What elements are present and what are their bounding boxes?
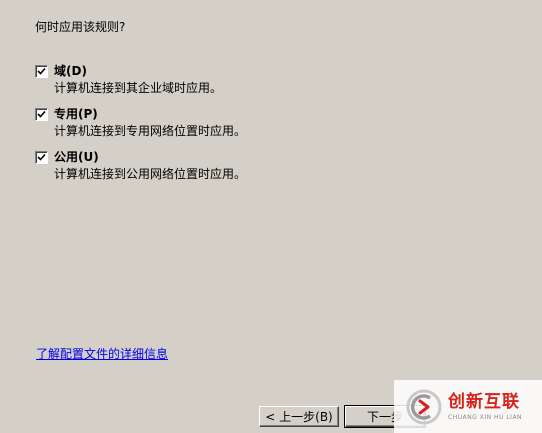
option-public-row: 公用(U) bbox=[35, 149, 495, 165]
chuangxin-logo-icon bbox=[406, 389, 442, 424]
watermark-title: 创新互联 bbox=[448, 391, 520, 412]
option-private-description: 计算机连接到专用网络位置时应用。 bbox=[54, 124, 247, 138]
option-public-label[interactable]: 公用(U) bbox=[54, 149, 99, 165]
option-private-label[interactable]: 专用(P) bbox=[54, 106, 98, 122]
option-private: 专用(P) 计算机连接到专用网络位置时应用。 bbox=[35, 106, 495, 139]
question-heading: 何时应用该规则? bbox=[35, 20, 126, 34]
profile-details-link[interactable]: 了解配置文件的详细信息 bbox=[36, 346, 168, 362]
back-button[interactable]: < 上一步(B) bbox=[259, 406, 339, 427]
checkmark-icon bbox=[37, 67, 46, 75]
checkmark-icon bbox=[37, 110, 46, 118]
watermark: 创新互联 CHUANG XIN HU LIAN bbox=[394, 380, 542, 433]
checkmark-icon bbox=[37, 153, 46, 161]
watermark-subtitle: CHUANG XIN HU LIAN bbox=[448, 413, 523, 421]
checkbox-public[interactable] bbox=[35, 150, 48, 164]
option-domain: 域(D) 计算机连接到其企业域时应用。 bbox=[35, 63, 495, 96]
option-domain-row: 域(D) bbox=[35, 63, 495, 79]
option-public-description: 计算机连接到公用网络位置时应用。 bbox=[54, 167, 247, 181]
checkbox-domain[interactable] bbox=[35, 64, 48, 78]
option-domain-description: 计算机连接到其企业域时应用。 bbox=[54, 81, 223, 95]
watermark-text: 创新互联 CHUANG XIN HU LIAN bbox=[448, 392, 522, 422]
option-public: 公用(U) 计算机连接到公用网络位置时应用。 bbox=[35, 149, 495, 182]
checkbox-private[interactable] bbox=[35, 107, 48, 121]
rule-profile-page: 何时应用该规则? 域(D) 计算机连接到其企业域时应用。 专用(P) 计算机连接… bbox=[0, 0, 542, 433]
option-private-row: 专用(P) bbox=[35, 106, 495, 122]
option-domain-label[interactable]: 域(D) bbox=[54, 63, 87, 79]
